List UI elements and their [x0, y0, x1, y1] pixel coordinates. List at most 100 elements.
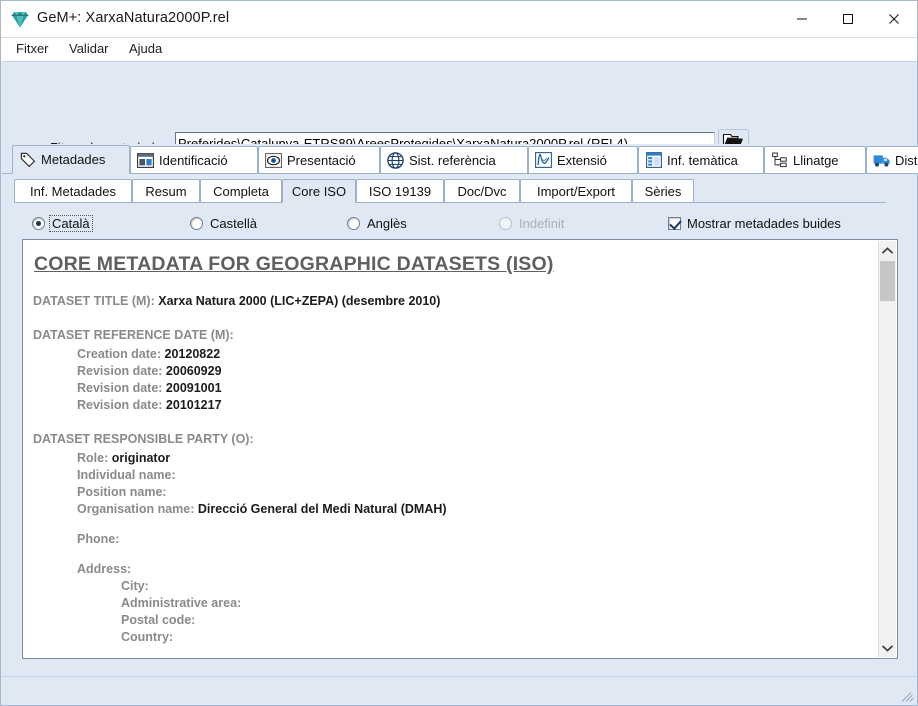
scroll-up-button[interactable]: [879, 241, 896, 259]
tab-extensio[interactable]: Extensió: [528, 146, 638, 173]
report-row: City:: [33, 578, 879, 595]
eye-icon: [265, 152, 282, 169]
file-selection-area: Fitxer de metadades: Preferides\Cataluny…: [2, 61, 917, 145]
tab-identificacio[interactable]: Identificació: [130, 146, 258, 173]
radio-dot-icon: [32, 217, 45, 230]
report-row-label: Position name:: [77, 485, 167, 499]
lineage-icon: [771, 152, 788, 169]
report-row-value: 20120822: [165, 347, 221, 361]
resize-grip[interactable]: [901, 689, 915, 703]
radio-label: Català: [50, 216, 92, 231]
menu-item-fitxer[interactable]: Fitxer: [9, 40, 56, 60]
menu-item-ajuda[interactable]: Ajuda: [122, 40, 169, 60]
tab-inf-tematica[interactable]: Inf. temàtica: [638, 146, 764, 173]
radio-dot-icon: [190, 217, 203, 230]
radio-angles[interactable]: Anglès: [347, 214, 409, 233]
status-bar: [2, 676, 917, 704]
inner-tab-resum[interactable]: Resum: [132, 179, 200, 203]
inner-tab-completa[interactable]: Completa: [200, 179, 282, 203]
report-row-value: originator: [112, 451, 170, 465]
tab-label: Distr: [895, 153, 918, 168]
gem-diamond-icon: [10, 10, 30, 29]
report-spacer: [33, 548, 879, 561]
inner-tab-import-export[interactable]: Import/Export: [520, 179, 632, 203]
inner-tab-inf-metadades[interactable]: Inf. Metadades: [14, 179, 132, 203]
show-empty-metadata-checkbox[interactable]: Mostrar metadades buides: [668, 214, 841, 233]
inner-tab-label: Completa: [213, 184, 269, 199]
report-row: Position name:: [33, 484, 879, 501]
tab-metadades[interactable]: Metadades: [12, 145, 130, 174]
radio-indefinit: Indefinit: [499, 214, 567, 233]
metadades-panel: Inf. Metadades Resum Completa Core ISO I…: [2, 173, 917, 678]
inner-tab-series[interactable]: Sèries: [632, 179, 694, 203]
tab-label: Extensió: [557, 153, 615, 168]
title-bar: GeM+: XarxaNatura2000P.rel: [1, 1, 917, 38]
scroll-down-button[interactable]: [879, 639, 896, 657]
report-row: Revision date: 20101217: [33, 397, 879, 414]
inner-tab-label: Core ISO: [292, 184, 346, 199]
metadata-report-view[interactable]: CORE METADATA FOR GEOGRAPHIC DATASETS (I…: [22, 239, 898, 659]
report-block: DATASET REFERENCE DATE (M): Creation dat…: [33, 327, 879, 414]
chevron-down-icon: [882, 639, 893, 657]
report-section-label: DATASET TITLE (M):: [33, 294, 155, 308]
chevron-up-icon: [882, 241, 893, 259]
report-section-row: DATASET TITLE (M): Xarxa Natura 2000 (LI…: [33, 293, 879, 310]
report-row-label: Role:: [77, 451, 108, 465]
tab-label: Identificació: [159, 153, 236, 168]
close-button[interactable]: [871, 1, 917, 37]
report-row-label: Revision date:: [77, 398, 162, 412]
report-row-value: 20101217: [166, 398, 222, 412]
menu-item-validar[interactable]: Validar: [62, 40, 116, 60]
radio-castella[interactable]: Castellà: [190, 214, 259, 233]
report-vertical-scrollbar[interactable]: [878, 241, 896, 657]
radio-label: Anglès: [365, 216, 409, 231]
menu-bar: Fitxer Validar Ajuda: [1, 38, 917, 61]
radio-catala[interactable]: Català: [32, 214, 92, 233]
maximize-button[interactable]: [825, 1, 871, 37]
report-row-value: 20091001: [166, 381, 222, 395]
map-extent-icon: [535, 152, 552, 169]
tab-llinatge[interactable]: Llinatge: [764, 146, 866, 173]
report-row: Administrative area:: [33, 595, 879, 612]
inner-tab-core-iso[interactable]: Core ISO: [282, 179, 356, 203]
radio-dot-icon: [347, 217, 360, 230]
report-row-value: Direcció General del Medi Natural (DMAH): [198, 502, 447, 516]
report-row: Organisation name: Direcció General del …: [33, 501, 879, 518]
minimize-button[interactable]: [779, 1, 825, 37]
tab-label: Presentació: [287, 153, 364, 168]
report-heading-main: CORE METADATA FOR GEOGRAPHIC DATASETS: [34, 253, 500, 275]
report-row-label: Administrative area:: [121, 596, 241, 610]
report-row: Revision date: 20060929: [33, 363, 879, 380]
checkbox-check-icon: [668, 217, 681, 230]
report-heading-tail: (ISO): [506, 253, 554, 275]
inner-tab-label: Import/Export: [537, 184, 615, 199]
radio-label: Castellà: [208, 216, 259, 231]
report-row-label: Organisation name:: [77, 502, 194, 516]
report-block: DATASET TITLE (M): Xarxa Natura 2000 (LI…: [33, 293, 879, 310]
report-row-label: Individual name:: [77, 468, 176, 482]
scrollbar-thumb[interactable]: [880, 261, 895, 301]
report-row: Postal code:: [33, 612, 879, 629]
report-row-label: Postal code:: [121, 613, 195, 627]
inner-tab-label: Sèries: [645, 184, 682, 199]
checkbox-label: Mostrar metadades buides: [687, 216, 841, 231]
report-row-label: Revision date:: [77, 381, 162, 395]
truck-icon: [873, 152, 890, 169]
tab-label: Sist. referència: [409, 153, 504, 168]
report-row-value: 20060929: [166, 364, 222, 378]
radio-dot-icon: [499, 217, 512, 230]
metadata-report-content: CORE METADATA FOR GEOGRAPHIC DATASETS (I…: [23, 240, 879, 658]
inner-tab-iso-19139[interactable]: ISO 19139: [356, 179, 444, 203]
report-row: Country:: [33, 629, 879, 646]
report-row-label: Revision date:: [77, 364, 162, 378]
report-row: Address:: [33, 561, 879, 578]
tab-sist-referencia[interactable]: Sist. referència: [380, 146, 528, 173]
report-row: Revision date: 20091001: [33, 380, 879, 397]
tab-presentacio[interactable]: Presentació: [258, 146, 380, 173]
tab-label: Metadades: [41, 152, 113, 167]
report-row: Creation date: 20120822: [33, 346, 879, 363]
report-section-label: DATASET REFERENCE DATE (M):: [33, 327, 879, 344]
inner-tab-doc-dvc[interactable]: Doc/Dvc: [444, 179, 520, 203]
tab-distribucio[interactable]: Distr: [866, 146, 918, 173]
inner-tab-label: Resum: [145, 184, 186, 199]
